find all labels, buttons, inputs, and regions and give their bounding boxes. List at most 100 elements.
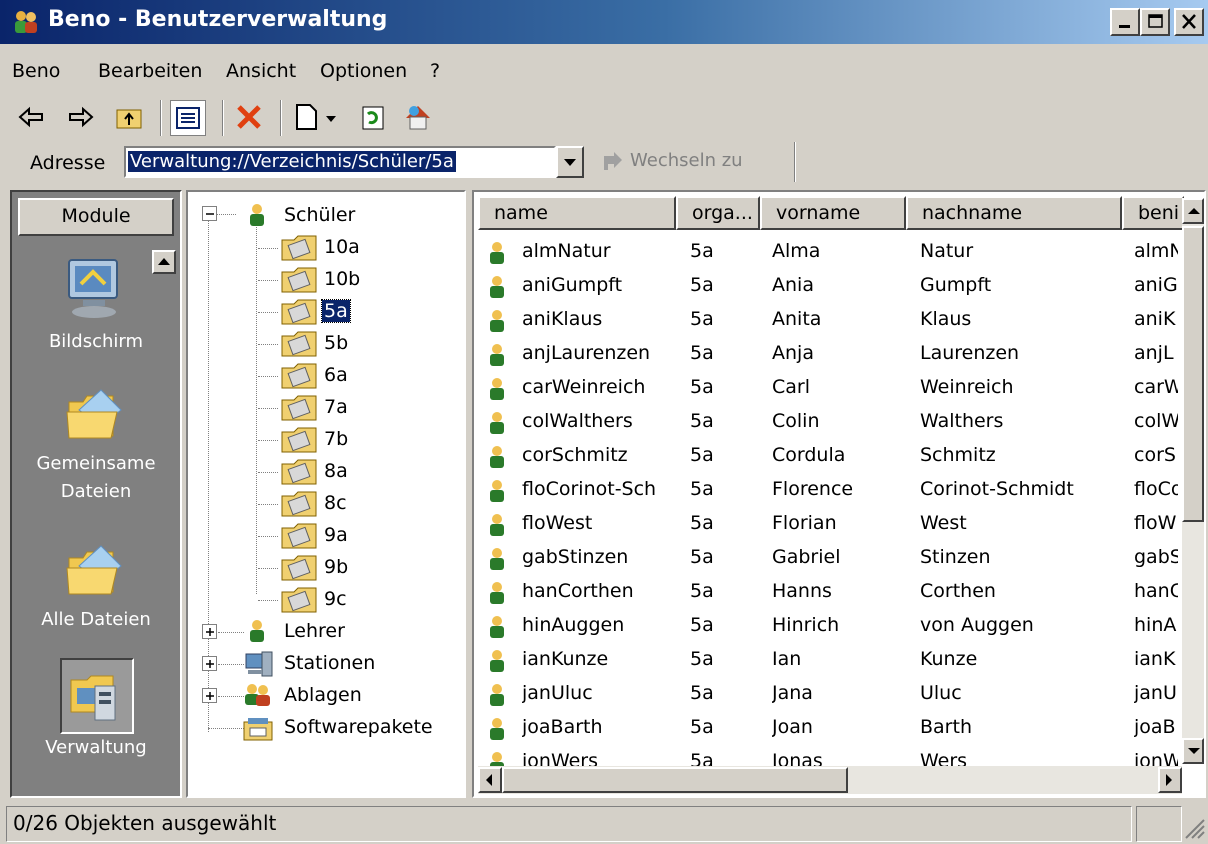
cell-nachname: Corthen <box>920 580 996 602</box>
scroll-thumb[interactable] <box>502 767 848 793</box>
cell-vorname: Hinrich <box>772 614 840 636</box>
table-row[interactable]: carWeinreich 5a Carl Weinreich carW <box>474 372 1178 406</box>
table-row[interactable]: floCorinot-Sch 5a Florence Corinot-Schmidt f… <box>474 474 1178 508</box>
delete-button[interactable] <box>232 100 268 136</box>
user-icon <box>490 514 504 536</box>
menu-optionen[interactable]: Optionen <box>320 60 407 82</box>
address-dropdown-button[interactable] <box>556 146 584 178</box>
expand-toggle[interactable] <box>202 688 217 703</box>
tree-label: 9c <box>324 588 347 610</box>
user-icon <box>490 582 504 604</box>
table-row[interactable]: joaBarth 5a Joan Barth joaB <box>474 712 1176 746</box>
expand-toggle[interactable] <box>202 656 217 671</box>
table-row[interactable]: ianKunze 5a Ian Kunze ianK <box>474 644 1175 678</box>
title-bar[interactable]: Beno - Benutzerverwaltung <box>0 0 1208 44</box>
cell-benutzer: carW <box>1134 376 1178 398</box>
table-row[interactable]: janUluc 5a Jana Uluc janU <box>474 678 1177 712</box>
back-button[interactable] <box>14 100 50 136</box>
cell-vorname: Cordula <box>772 444 846 466</box>
menu-help[interactable]: ? <box>430 60 440 82</box>
resize-grip-icon[interactable] <box>1182 816 1206 840</box>
cell-nachname: Weinreich <box>920 376 1014 398</box>
column-header-vorname[interactable]: vorname <box>760 196 906 230</box>
cell-nachname: Uluc <box>920 682 962 704</box>
vertical-scrollbar[interactable] <box>1182 198 1204 764</box>
cell-orga: 5a <box>690 716 714 738</box>
table-row[interactable]: hanCorthen 5a Hanns Corthen hanC <box>474 576 1178 610</box>
menu-bearbeiten[interactable]: Bearbeiten <box>98 60 202 82</box>
refresh-button[interactable] <box>356 100 392 136</box>
chevron-left-icon <box>486 774 492 786</box>
table-row[interactable]: hinAuggen 5a Hinrich von Auggen hinA <box>474 610 1176 644</box>
scroll-up-button[interactable] <box>1182 198 1204 224</box>
table-row[interactable]: gabStinzen 5a Gabriel Stinzen gabS <box>474 542 1178 576</box>
module-verwaltung[interactable]: Verwaltung <box>12 668 180 762</box>
cell-benutzer: floCo <box>1134 478 1178 500</box>
table-row[interactable]: anjLaurenzen 5a Anja Laurenzen anjL <box>474 338 1174 372</box>
module-bildschirm[interactable]: Bildschirm <box>12 252 180 356</box>
collapse-toggle[interactable] <box>202 206 217 221</box>
monitor-icon <box>68 259 118 318</box>
cell-orga: 5a <box>690 512 714 534</box>
cell-name: almNatur <box>522 240 611 262</box>
address-input[interactable]: Verwaltung://Verzeichnis/Schüler/5a <box>124 146 556 178</box>
cell-vorname: Anita <box>772 308 822 330</box>
cell-vorname: Colin <box>772 410 820 432</box>
class-folder-icon <box>281 299 317 325</box>
tree-label: Stationen <box>284 652 376 674</box>
expand-toggle[interactable] <box>202 624 217 639</box>
scroll-down-button[interactable] <box>1182 738 1204 764</box>
cell-vorname: Gabriel <box>772 546 841 568</box>
column-header-nachname[interactable]: nachname <box>906 196 1122 230</box>
cell-name: anjLaurenzen <box>522 342 651 364</box>
class-folder-icon <box>281 235 317 261</box>
new-icon <box>296 104 336 130</box>
tree-label: 10a <box>324 236 360 258</box>
minimize-button[interactable] <box>1110 8 1140 36</box>
cell-orga: 5a <box>690 682 714 704</box>
forward-button[interactable] <box>64 100 100 136</box>
cell-vorname: Hanns <box>772 580 832 602</box>
cell-benutzer: aniK <box>1134 308 1176 330</box>
chevron-right-icon <box>1166 774 1172 786</box>
column-header-name[interactable]: name <box>478 196 676 230</box>
module-alle-dateien[interactable]: Alle Dateien <box>12 536 180 634</box>
module-label: Verwaltung <box>45 737 147 758</box>
module-label: Gemeinsame Dateien <box>36 453 156 502</box>
cell-name: hinAuggen <box>522 614 625 636</box>
maximize-button[interactable] <box>1140 8 1170 36</box>
cell-nachname: Barth <box>920 716 972 738</box>
class-folder-icon <box>281 491 317 517</box>
home-button[interactable] <box>400 100 436 136</box>
table-row[interactable]: floWest 5a Florian West floW <box>474 508 1176 542</box>
maximize-icon <box>1148 14 1163 28</box>
horizontal-scrollbar[interactable] <box>478 766 1182 794</box>
new-button[interactable] <box>290 100 344 136</box>
folder-up-button[interactable] <box>112 100 148 136</box>
close-button[interactable] <box>1174 8 1204 36</box>
folder-icon <box>66 545 122 595</box>
forward-arrow-icon <box>69 106 94 128</box>
table-row[interactable]: aniGumpft 5a Ania Gumpft aniG <box>474 270 1178 304</box>
list-view-button[interactable] <box>170 100 206 136</box>
table-row[interactable]: corSchmitz 5a Cordula Schmitz corS <box>474 440 1176 474</box>
table-row[interactable]: aniKlaus 5a Anita Klaus aniK <box>474 304 1175 338</box>
menu-ansicht[interactable]: Ansicht <box>226 60 296 82</box>
scroll-thumb[interactable] <box>1182 226 1204 522</box>
cell-orga: 5a <box>690 478 714 500</box>
table-row[interactable]: colWalthers 5a Colin Walthers colW <box>474 406 1178 440</box>
cell-nachname: Klaus <box>920 308 972 330</box>
scroll-right-button[interactable] <box>1158 767 1182 793</box>
admin-icon <box>70 675 116 721</box>
cell-vorname: Ania <box>772 274 814 296</box>
column-header-orga[interactable]: orga... <box>676 196 760 230</box>
module-gemeinsame-dateien[interactable]: Gemeinsame Dateien <box>12 380 180 506</box>
cell-vorname: Carl <box>772 376 810 398</box>
menu-beno[interactable]: Beno <box>12 60 60 82</box>
table-row[interactable]: almNatur 5a Alma Natur almN <box>474 236 1178 270</box>
cell-name: janUluc <box>522 682 593 704</box>
class-folder-icon <box>281 459 317 485</box>
column-header-benutzer[interactable]: beni <box>1122 196 1184 230</box>
cell-nachname: Walthers <box>920 410 1004 432</box>
scroll-left-button[interactable] <box>478 767 502 793</box>
